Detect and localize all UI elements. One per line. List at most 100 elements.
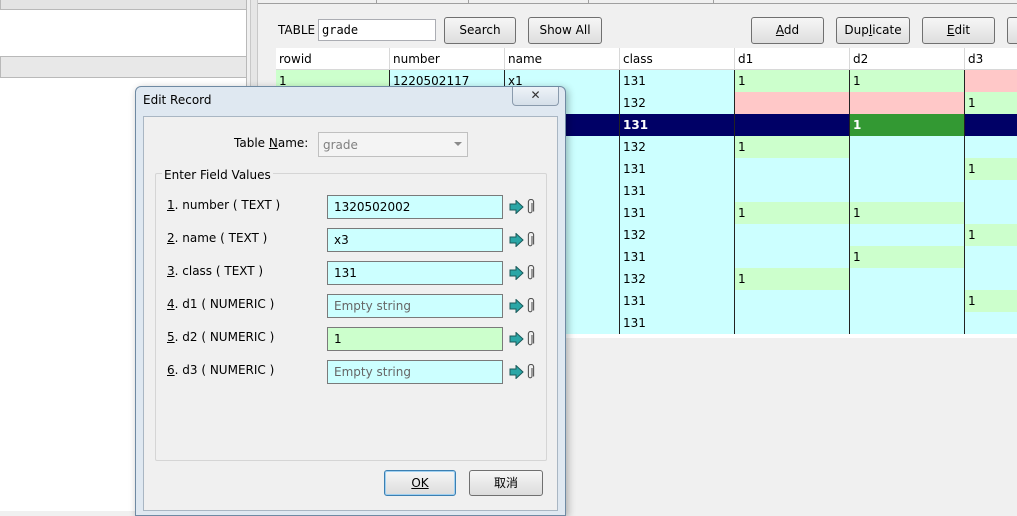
table-cell[interactable] <box>965 70 1017 92</box>
table-cell[interactable] <box>735 180 850 202</box>
field-label-text: . number ( TEXT ) <box>174 198 281 212</box>
field-label: 2. name ( TEXT ) <box>167 231 267 245</box>
table-cell[interactable]: 131 <box>620 180 735 202</box>
table-cell[interactable] <box>735 92 850 114</box>
field-input[interactable]: x3 <box>327 228 503 252</box>
table-cell[interactable] <box>850 180 965 202</box>
left-pane-list[interactable] <box>0 10 247 56</box>
arrow-right-icon[interactable] <box>509 365 524 379</box>
table-cell[interactable]: 1 <box>850 202 965 224</box>
table-cell[interactable]: 131 <box>620 312 735 334</box>
table-cell[interactable]: 1 <box>965 290 1017 312</box>
field-label: 5. d2 ( NUMERIC ) <box>167 330 274 344</box>
table-cell[interactable] <box>850 268 965 290</box>
table-cell[interactable] <box>850 136 965 158</box>
column-header-number[interactable]: number <box>390 48 505 70</box>
duplicate-button[interactable]: Duplicate <box>836 17 910 44</box>
paperclip-icon[interactable] <box>526 265 535 281</box>
close-icon: ✕ <box>530 88 541 102</box>
table-cell[interactable]: 131 <box>620 114 735 136</box>
paperclip-icon[interactable] <box>526 331 535 347</box>
edit-button[interactable]: Edit <box>922 17 995 44</box>
table-cell[interactable]: 1 <box>850 246 965 268</box>
field-values-group-label: Enter Field Values <box>162 168 273 182</box>
table-cell[interactable] <box>850 224 965 246</box>
table-cell[interactable]: 1 <box>735 136 850 158</box>
field-input-empty[interactable]: Empty string <box>327 294 503 318</box>
table-cell[interactable] <box>965 114 1017 136</box>
arrow-right-icon[interactable] <box>509 233 524 247</box>
table-cell[interactable] <box>965 246 1017 268</box>
table-label: TABLE <box>278 23 316 37</box>
table-cell[interactable]: 131 <box>620 246 735 268</box>
column-header-rowid[interactable]: rowid <box>276 48 390 70</box>
column-header-d2[interactable]: d2 <box>850 48 965 70</box>
table-cell[interactable] <box>850 158 965 180</box>
table-name-label: Table Name: <box>234 136 309 150</box>
column-header-name[interactable]: name <box>505 48 620 70</box>
show-all-button[interactable]: Show All <box>528 17 602 44</box>
arrow-right-icon[interactable] <box>509 299 524 313</box>
column-header-class[interactable]: class <box>620 48 735 70</box>
paperclip-icon[interactable] <box>526 199 535 215</box>
left-pane-header <box>0 0 247 10</box>
table-cell[interactable]: 132 <box>620 224 735 246</box>
table-cell[interactable]: 1 <box>965 92 1017 114</box>
table-name-input[interactable]: grade <box>318 19 436 41</box>
table-cell[interactable]: 131 <box>620 158 735 180</box>
close-button[interactable]: ✕ <box>512 87 559 106</box>
table-cell[interactable] <box>735 290 850 312</box>
field-number: 6 <box>167 363 175 377</box>
table-cell[interactable] <box>850 290 965 312</box>
table-cell[interactable] <box>850 312 965 334</box>
arrow-right-icon[interactable] <box>509 332 524 346</box>
table-cell[interactable]: 1 <box>735 268 850 290</box>
table-cell[interactable]: 1 <box>850 114 965 136</box>
table-cell[interactable]: 132 <box>620 136 735 158</box>
arrow-right-icon[interactable] <box>509 200 524 214</box>
table-cell[interactable]: 1 <box>965 158 1017 180</box>
table-cell[interactable]: 132 <box>620 268 735 290</box>
column-header-d1[interactable]: d1 <box>735 48 850 70</box>
table-cell[interactable]: 1 <box>735 70 850 92</box>
table-cell[interactable] <box>735 158 850 180</box>
paperclip-icon[interactable] <box>526 298 535 314</box>
cancel-button[interactable]: 取消 <box>469 470 543 496</box>
field-input[interactable]: 1320502002 <box>327 195 503 219</box>
table-cell[interactable] <box>965 202 1017 224</box>
table-cell[interactable]: 131 <box>620 290 735 312</box>
edit-record-dialog: Edit Record ✕ Table Name: grade Enter Fi… <box>135 86 566 516</box>
arrow-right-icon[interactable] <box>509 266 524 280</box>
table-cell[interactable]: 1 <box>850 70 965 92</box>
table-cell[interactable] <box>735 114 850 136</box>
table-cell[interactable]: 132 <box>620 92 735 114</box>
column-header-d3[interactable]: d3 <box>965 48 1017 70</box>
field-input[interactable]: 131 <box>327 261 503 285</box>
more-button[interactable] <box>1007 17 1017 44</box>
table-cell[interactable]: 1 <box>965 224 1017 246</box>
field-input-empty[interactable]: Empty string <box>327 360 503 384</box>
table-cell[interactable]: 131 <box>620 70 735 92</box>
table-cell[interactable] <box>735 224 850 246</box>
ok-button[interactable]: OK <box>384 470 456 496</box>
table-cell[interactable] <box>965 268 1017 290</box>
dialog-title: Edit Record <box>143 93 212 107</box>
paperclip-icon[interactable] <box>526 232 535 248</box>
table-cell[interactable] <box>965 136 1017 158</box>
field-input[interactable]: 1 <box>327 327 503 351</box>
table-cell[interactable]: 1 <box>735 202 850 224</box>
table-cell[interactable] <box>735 312 850 334</box>
table-cell[interactable] <box>850 92 965 114</box>
edit-button-label: Edit <box>946 23 971 37</box>
field-number: 1 <box>167 198 175 212</box>
table-cell[interactable]: 131 <box>620 202 735 224</box>
add-button[interactable]: Add <box>751 17 824 44</box>
field-label-text: . d2 ( NUMERIC ) <box>174 330 275 344</box>
field-number: 3 <box>167 264 175 278</box>
table-cell[interactable] <box>965 180 1017 202</box>
table-cell[interactable] <box>965 312 1017 334</box>
paperclip-icon[interactable] <box>526 364 535 380</box>
dialog-body: Table Name: grade Enter Field Values 1. … <box>143 116 558 511</box>
search-button[interactable]: Search <box>444 17 516 44</box>
table-cell[interactable] <box>735 246 850 268</box>
